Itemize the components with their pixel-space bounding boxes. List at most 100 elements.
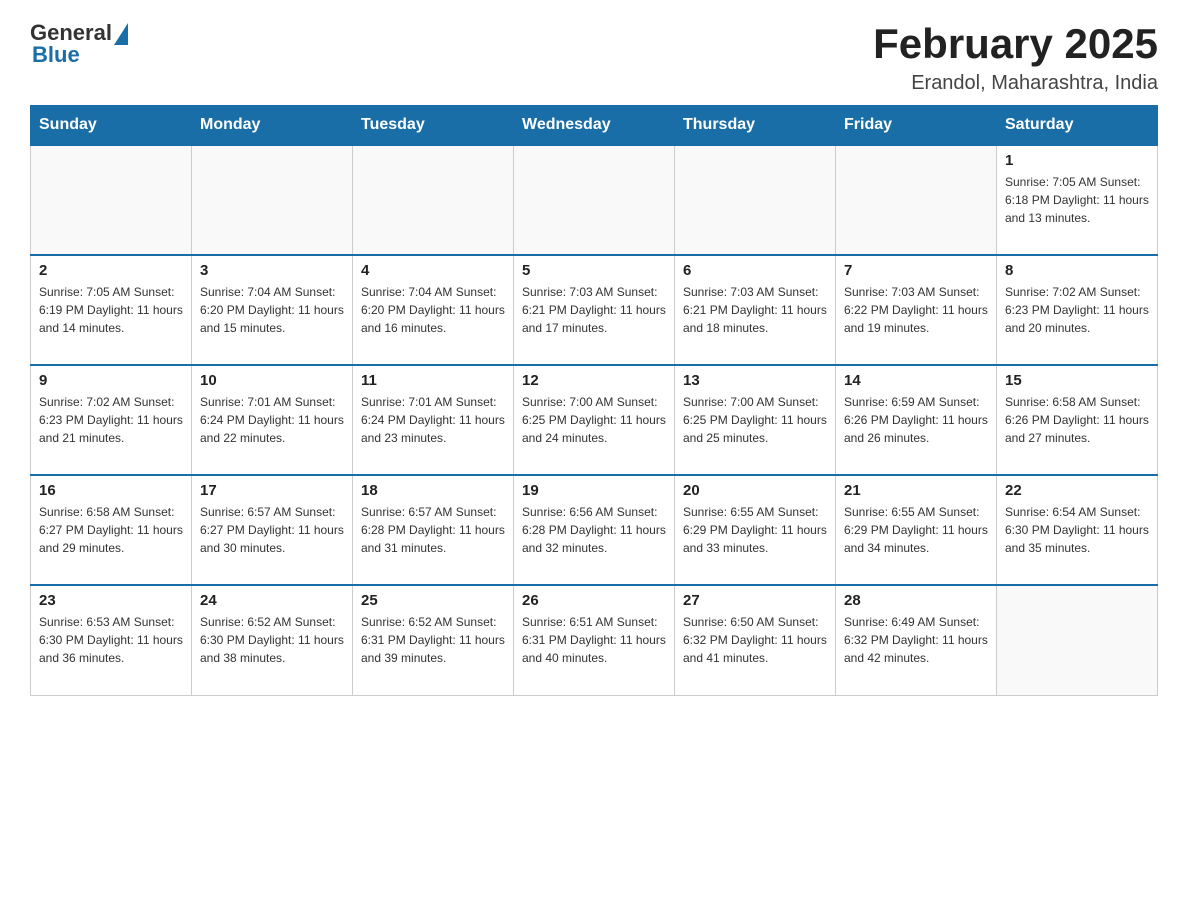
day-info: Sunrise: 6:57 AM Sunset: 6:27 PM Dayligh… <box>200 503 344 557</box>
table-row: 26 Sunrise: 6:51 AM Sunset: 6:31 PM Dayli… <box>514 585 675 695</box>
day-number: 4 <box>361 262 505 279</box>
day-number: 7 <box>844 262 988 279</box>
day-number: 25 <box>361 592 505 609</box>
day-number: 8 <box>1005 262 1149 279</box>
day-number: 24 <box>200 592 344 609</box>
table-row: 1 Sunrise: 7:05 AM Sunset: 6:18 PM Daylig… <box>997 145 1158 255</box>
header-saturday: Saturday <box>997 106 1158 146</box>
day-number: 13 <box>683 372 827 389</box>
table-row: 15Sunrise: 6:58 AM Sunset: 6:26 PM Dayli… <box>997 365 1158 475</box>
table-row: 10 Sunrise: 7:01 AM Sunset: 6:24 PM Dayli… <box>192 365 353 475</box>
day-number: 21 <box>844 482 988 499</box>
day-info: Sunrise: 7:00 AM Sunset: 6:25 PM Dayligh… <box>522 393 666 447</box>
table-row: 8 Sunrise: 7:02 AM Sunset: 6:23 PM Daylig… <box>997 255 1158 365</box>
day-info: Sunrise: 7:03 AM Sunset: 6:21 PM Dayligh… <box>683 283 827 337</box>
day-number: 20 <box>683 482 827 499</box>
logo: General Blue <box>30 20 128 68</box>
header-thursday: Thursday <box>675 106 836 146</box>
calendar-week-row: 16Sunrise: 6:58 AM Sunset: 6:27 PM Dayli… <box>31 475 1158 585</box>
table-row: 5 Sunrise: 7:03 AM Sunset: 6:21 PM Daylig… <box>514 255 675 365</box>
day-info: Sunrise: 7:05 AM Sunset: 6:18 PM Dayligh… <box>1005 173 1149 227</box>
calendar-week-row: 9 Sunrise: 7:02 AM Sunset: 6:23 PM Daylig… <box>31 365 1158 475</box>
day-number: 17 <box>200 482 344 499</box>
table-row: 16Sunrise: 6:58 AM Sunset: 6:27 PM Dayli… <box>31 475 192 585</box>
table-row: 17 Sunrise: 6:57 AM Sunset: 6:27 PM Dayli… <box>192 475 353 585</box>
day-info: Sunrise: 6:56 AM Sunset: 6:28 PM Dayligh… <box>522 503 666 557</box>
day-number: 10 <box>200 372 344 389</box>
day-info: Sunrise: 7:04 AM Sunset: 6:20 PM Dayligh… <box>200 283 344 337</box>
table-row: 13 Sunrise: 7:00 AM Sunset: 6:25 PM Dayli… <box>675 365 836 475</box>
day-number: 6 <box>683 262 827 279</box>
table-row <box>836 145 997 255</box>
table-row: 23Sunrise: 6:53 AM Sunset: 6:30 PM Dayli… <box>31 585 192 695</box>
title-area: February 2025 Erandol, Maharashtra, Indi… <box>873 20 1158 95</box>
table-row: 25 Sunrise: 6:52 AM Sunset: 6:31 PM Dayli… <box>353 585 514 695</box>
month-year-title: February 2025 <box>873 20 1158 68</box>
day-number: 9 <box>39 372 183 389</box>
table-row <box>997 585 1158 695</box>
day-info: Sunrise: 6:54 AM Sunset: 6:30 PM Dayligh… <box>1005 503 1149 557</box>
table-row: 14 Sunrise: 6:59 AM Sunset: 6:26 PM Dayli… <box>836 365 997 475</box>
day-info: Sunrise: 6:58 AM Sunset: 6:26 PM Dayligh… <box>1005 393 1149 447</box>
day-info: Sunrise: 6:59 AM Sunset: 6:26 PM Dayligh… <box>844 393 988 447</box>
day-info: Sunrise: 7:05 AM Sunset: 6:19 PM Dayligh… <box>39 283 183 337</box>
day-info: Sunrise: 6:55 AM Sunset: 6:29 PM Dayligh… <box>844 503 988 557</box>
day-info: Sunrise: 6:55 AM Sunset: 6:29 PM Dayligh… <box>683 503 827 557</box>
table-row: 11Sunrise: 7:01 AM Sunset: 6:24 PM Dayli… <box>353 365 514 475</box>
header-tuesday: Tuesday <box>353 106 514 146</box>
day-info: Sunrise: 6:50 AM Sunset: 6:32 PM Dayligh… <box>683 613 827 667</box>
table-row <box>675 145 836 255</box>
table-row: 6 Sunrise: 7:03 AM Sunset: 6:21 PM Daylig… <box>675 255 836 365</box>
day-number: 23 <box>39 592 183 609</box>
day-number: 27 <box>683 592 827 609</box>
day-info: Sunrise: 6:52 AM Sunset: 6:30 PM Dayligh… <box>200 613 344 667</box>
table-row: 18 Sunrise: 6:57 AM Sunset: 6:28 PM Dayli… <box>353 475 514 585</box>
day-number: 1 <box>1005 152 1149 169</box>
table-row: 21 Sunrise: 6:55 AM Sunset: 6:29 PM Dayli… <box>836 475 997 585</box>
table-row: 2 Sunrise: 7:05 AM Sunset: 6:19 PM Daylig… <box>31 255 192 365</box>
table-row: 20 Sunrise: 6:55 AM Sunset: 6:29 PM Dayli… <box>675 475 836 585</box>
table-row: 28 Sunrise: 6:49 AM Sunset: 6:32 PM Dayli… <box>836 585 997 695</box>
table-row <box>192 145 353 255</box>
day-info: Sunrise: 7:03 AM Sunset: 6:21 PM Dayligh… <box>522 283 666 337</box>
table-row <box>353 145 514 255</box>
day-number: 26 <box>522 592 666 609</box>
calendar-table: Sunday Monday Tuesday Wednesday Thursday… <box>30 105 1158 696</box>
page-header: General Blue February 2025 Erandol, Maha… <box>30 20 1158 95</box>
day-info: Sunrise: 6:49 AM Sunset: 6:32 PM Dayligh… <box>844 613 988 667</box>
table-row: 4 Sunrise: 7:04 AM Sunset: 6:20 PM Daylig… <box>353 255 514 365</box>
day-number: 2 <box>39 262 183 279</box>
day-info: Sunrise: 7:03 AM Sunset: 6:22 PM Dayligh… <box>844 283 988 337</box>
header-monday: Monday <box>192 106 353 146</box>
table-row: 7 Sunrise: 7:03 AM Sunset: 6:22 PM Daylig… <box>836 255 997 365</box>
day-number: 19 <box>522 482 666 499</box>
day-number: 5 <box>522 262 666 279</box>
day-info: Sunrise: 7:00 AM Sunset: 6:25 PM Dayligh… <box>683 393 827 447</box>
day-number: 28 <box>844 592 988 609</box>
table-row: 19 Sunrise: 6:56 AM Sunset: 6:28 PM Dayli… <box>514 475 675 585</box>
day-info: Sunrise: 7:01 AM Sunset: 6:24 PM Dayligh… <box>200 393 344 447</box>
table-row: 9 Sunrise: 7:02 AM Sunset: 6:23 PM Daylig… <box>31 365 192 475</box>
day-number: 14 <box>844 372 988 389</box>
day-number: 22 <box>1005 482 1149 499</box>
day-number: 18 <box>361 482 505 499</box>
table-row: 27 Sunrise: 6:50 AM Sunset: 6:32 PM Dayli… <box>675 585 836 695</box>
logo-blue-text: Blue <box>30 42 80 68</box>
day-info: Sunrise: 6:51 AM Sunset: 6:31 PM Dayligh… <box>522 613 666 667</box>
day-number: 3 <box>200 262 344 279</box>
table-row <box>31 145 192 255</box>
day-info: Sunrise: 6:52 AM Sunset: 6:31 PM Dayligh… <box>361 613 505 667</box>
day-info: Sunrise: 6:58 AM Sunset: 6:27 PM Dayligh… <box>39 503 183 557</box>
calendar-week-row: 1 Sunrise: 7:05 AM Sunset: 6:18 PM Daylig… <box>31 145 1158 255</box>
table-row: 12Sunrise: 7:00 AM Sunset: 6:25 PM Dayli… <box>514 365 675 475</box>
day-info: Sunrise: 6:57 AM Sunset: 6:28 PM Dayligh… <box>361 503 505 557</box>
header-sunday: Sunday <box>31 106 192 146</box>
day-info: Sunrise: 7:02 AM Sunset: 6:23 PM Dayligh… <box>1005 283 1149 337</box>
table-row <box>514 145 675 255</box>
table-row: 3 Sunrise: 7:04 AM Sunset: 6:20 PM Daylig… <box>192 255 353 365</box>
day-number: 11 <box>361 372 505 389</box>
day-info: Sunrise: 7:04 AM Sunset: 6:20 PM Dayligh… <box>361 283 505 337</box>
table-row: 24 Sunrise: 6:52 AM Sunset: 6:30 PM Dayli… <box>192 585 353 695</box>
location-subtitle: Erandol, Maharashtra, India <box>873 72 1158 95</box>
day-info: Sunrise: 7:02 AM Sunset: 6:23 PM Dayligh… <box>39 393 183 447</box>
